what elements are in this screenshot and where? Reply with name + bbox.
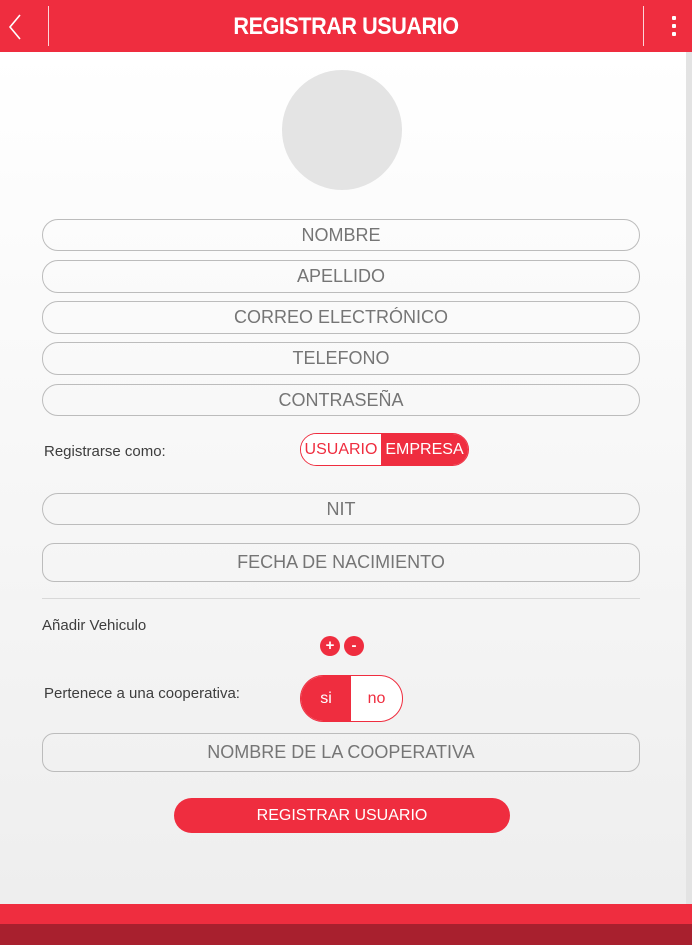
- password-field[interactable]: [42, 384, 640, 416]
- register-as-usuario-option[interactable]: USUARIO: [301, 434, 381, 465]
- register-as-label: Registrarse como:: [44, 443, 166, 460]
- back-button[interactable]: [0, 0, 48, 52]
- section-divider: [42, 598, 640, 599]
- header-divider-right: [643, 6, 644, 46]
- avatar[interactable]: [282, 70, 402, 190]
- cooperative-no-option[interactable]: no: [351, 676, 402, 721]
- chevron-left-icon: [8, 14, 21, 40]
- telefono-field[interactable]: [42, 342, 640, 375]
- register-as-empresa-option[interactable]: EMPRESA: [381, 434, 468, 465]
- register-button[interactable]: REGISTRAR USUARIO: [174, 798, 510, 833]
- cooperative-si-option[interactable]: si: [301, 676, 351, 721]
- cooperative-label: Pertenece a una cooperativa:: [44, 685, 240, 702]
- bottom-bar: [0, 904, 692, 924]
- cooperative-name-field[interactable]: [42, 733, 640, 772]
- birthdate-field[interactable]: [42, 543, 640, 582]
- remove-vehicle-button[interactable]: -: [344, 636, 364, 656]
- add-vehicle-label: Añadir Vehiculo: [42, 617, 147, 634]
- cooperative-toggle: si no: [300, 675, 403, 722]
- apellido-field[interactable]: [42, 260, 640, 293]
- nombre-field[interactable]: [42, 219, 640, 251]
- page-title: REGISTRAR USUARIO: [233, 13, 459, 40]
- registration-form: Registrarse como: USUARIO EMPRESA Añadir…: [0, 52, 686, 904]
- email-field[interactable]: [42, 301, 640, 334]
- add-vehicle-button[interactable]: +: [320, 636, 340, 656]
- bottom-bar-shadow: [0, 924, 692, 945]
- nit-field[interactable]: [42, 493, 640, 525]
- more-vertical-icon[interactable]: [660, 10, 688, 42]
- register-as-toggle: USUARIO EMPRESA: [300, 433, 469, 466]
- scrollbar[interactable]: [686, 52, 692, 904]
- app-header: REGISTRAR USUARIO: [0, 0, 692, 52]
- header-divider-left: [48, 6, 49, 46]
